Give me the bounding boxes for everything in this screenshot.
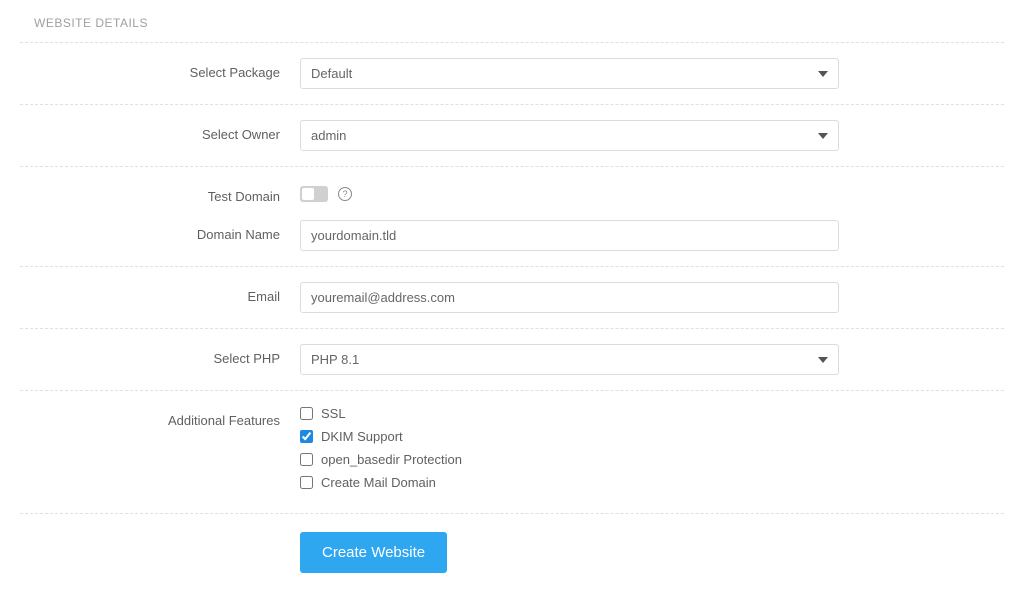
row-select-php: Select PHP PHP 8.1 <box>20 328 1004 390</box>
control-select-owner: admin <box>300 120 1004 151</box>
row-select-owner: Select Owner admin <box>20 104 1004 166</box>
control-select-package: Default <box>300 58 1004 89</box>
select-owner[interactable]: admin <box>300 120 839 151</box>
label-select-package: Select Package <box>20 58 300 80</box>
checkbox-ssl[interactable] <box>300 407 313 420</box>
help-icon[interactable]: ? <box>338 187 352 201</box>
input-email[interactable] <box>300 282 839 313</box>
label-ssl: SSL <box>321 406 346 421</box>
checkbox-dkim[interactable] <box>300 430 313 443</box>
row-submit: Create Website <box>20 513 1004 573</box>
label-domain-name: Domain Name <box>20 220 300 242</box>
select-package[interactable]: Default <box>300 58 839 89</box>
control-domain-name <box>300 220 1004 251</box>
control-additional-features: SSL DKIM Support open_basedir Protection… <box>300 406 1004 498</box>
label-select-owner: Select Owner <box>20 120 300 142</box>
toggle-test-domain[interactable] <box>300 186 328 202</box>
checkbox-open-basedir[interactable] <box>300 453 313 466</box>
control-select-php: PHP 8.1 <box>300 344 1004 375</box>
select-php[interactable]: PHP 8.1 <box>300 344 839 375</box>
label-dkim: DKIM Support <box>321 429 403 444</box>
checkbox-mail-domain[interactable] <box>300 476 313 489</box>
feature-ssl: SSL <box>300 406 839 421</box>
row-test-domain: Test Domain ? <box>20 166 1004 210</box>
control-test-domain: ? <box>300 182 1004 202</box>
label-open-basedir: open_basedir Protection <box>321 452 462 467</box>
feature-mail-domain: Create Mail Domain <box>300 475 839 490</box>
input-domain-name[interactable] <box>300 220 839 251</box>
label-test-domain: Test Domain <box>20 182 300 204</box>
section-title: WEBSITE DETAILS <box>20 12 1004 42</box>
label-additional-features: Additional Features <box>20 406 300 428</box>
row-domain-name: Domain Name <box>20 210 1004 266</box>
feature-dkim: DKIM Support <box>300 429 839 444</box>
row-select-package: Select Package Default <box>20 42 1004 104</box>
create-website-button[interactable]: Create Website <box>300 532 447 573</box>
label-mail-domain: Create Mail Domain <box>321 475 436 490</box>
feature-open-basedir: open_basedir Protection <box>300 452 839 467</box>
row-additional-features: Additional Features SSL DKIM Support ope… <box>20 390 1004 513</box>
label-email: Email <box>20 282 300 304</box>
control-email <box>300 282 1004 313</box>
label-select-php: Select PHP <box>20 344 300 366</box>
row-email: Email <box>20 266 1004 328</box>
